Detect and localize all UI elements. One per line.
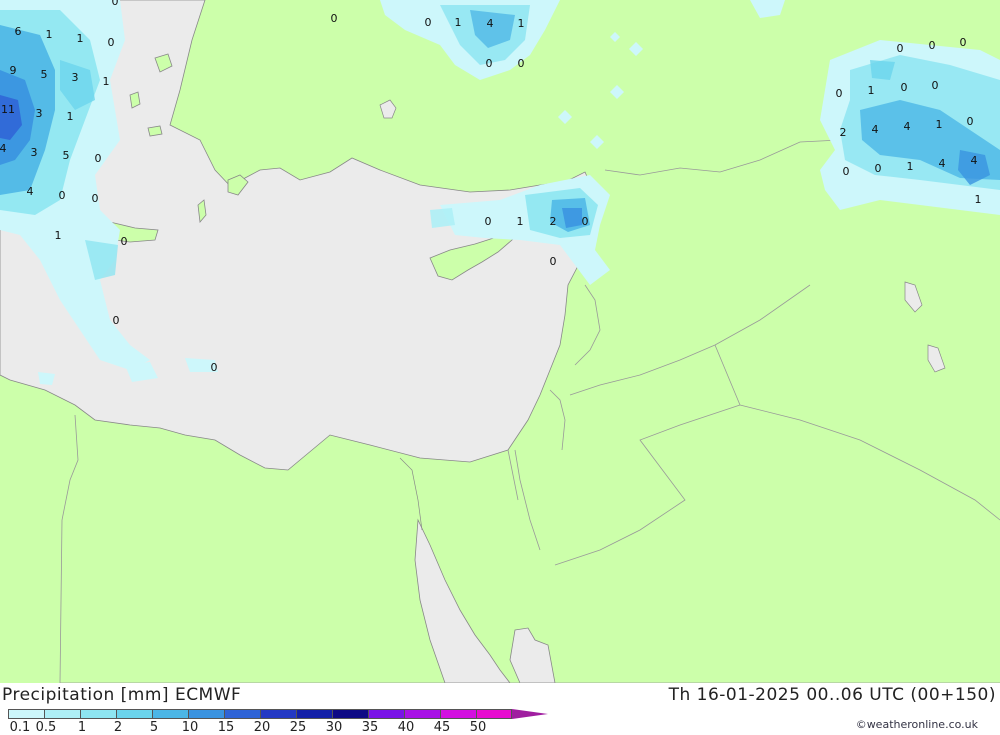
precip-value: 0 [486,57,493,70]
precipitation-map: 6 1 1 0 9 5 3 1 11 3 1 4 3 5 0 4 0 0 1 0… [0,0,1000,683]
precip-value: 0 [932,79,939,92]
precip-value: 6 [15,25,22,38]
precip-value: 0 [211,361,218,374]
legend-arrow [512,709,548,719]
precip-value: 0 [582,215,589,228]
precip-value: 4 [0,142,7,155]
precip-value: 1 [868,84,875,97]
precip-value: 0 [485,215,492,228]
legend-swatch [224,709,260,719]
legend-swatch [368,709,404,719]
map-valid-time: Th 16-01-2025 00..06 UTC (00+150) [668,685,996,705]
legend-swatch [188,709,224,719]
precip-value: 0 [425,16,432,29]
legend-swatch [440,709,476,719]
legend-swatch [260,709,296,719]
precip-value: 4 [27,185,34,198]
precip-value: 0 [897,42,904,55]
map-title: Precipitation [mm] ECMWF [2,685,242,705]
precip-value: 1 [518,17,525,30]
precip-value: 0 [550,255,557,268]
precip-value: 1 [67,110,74,123]
precip-value: 0 [960,36,967,49]
precip-value: 1 [975,193,982,206]
legend-swatch [80,709,116,719]
precip-value: 1 [55,229,62,242]
legend-swatch [296,709,332,719]
legend-swatch [332,709,368,719]
precip-area-west-10 [38,372,55,385]
legend-swatch [8,709,44,719]
precip-value: 0 [875,162,882,175]
precip-value: 0 [518,57,525,70]
map-footer: Precipitation [mm] ECMWF Th 16-01-2025 0… [0,683,1000,735]
legend-ticks: 0.1 0.5 1 2 5 10 15 20 25 30 35 40 45 50 [0,720,520,735]
precip-value: 9 [10,64,17,77]
precip-value: 0 [901,81,908,94]
precip-value: 0 [92,192,99,205]
precip-value: 3 [72,71,79,84]
precip-value: 2 [550,215,557,228]
precip-value: 2 [840,126,847,139]
precip-value: 3 [36,107,43,120]
legend-swatch [116,709,152,719]
legend-swatch [476,709,512,719]
precip-value: 1 [517,215,524,228]
precip-value: 4 [487,17,494,30]
precip-value: 4 [939,157,946,170]
precip-value: 3 [31,146,38,159]
precip-value: 0 [929,39,936,52]
precip-value: 0 [113,314,120,327]
credit-link[interactable]: ©weatheronline.co.uk [856,718,978,731]
precip-value: 1 [455,16,462,29]
precip-value: 1 [907,160,914,173]
precip-value: 0 [108,36,115,49]
precip-value: 0 [59,189,66,202]
precip-value: 11 [1,103,15,116]
precip-value: 0 [967,115,974,128]
precip-value: 0 [121,235,128,248]
precip-value: 0 [836,87,843,100]
precip-value: 5 [63,149,70,162]
precip-value: 0 [112,0,119,8]
precip-value: 1 [936,118,943,131]
precip-value: 5 [41,68,48,81]
precip-value: 1 [103,75,110,88]
precip-area-levant-5 [430,208,455,228]
precip-value: 0 [843,165,850,178]
legend-swatch [152,709,188,719]
precip-value: 4 [872,123,879,136]
precip-value: 1 [46,28,53,41]
legend-swatch [44,709,80,719]
legend-swatch [404,709,440,719]
samos [147,125,163,137]
color-legend [8,709,548,719]
precip-value: 4 [971,154,978,167]
precip-value: 0 [95,152,102,165]
precip-value: 4 [904,120,911,133]
precip-value: 0 [331,12,338,25]
precip-value: 1 [77,32,84,45]
